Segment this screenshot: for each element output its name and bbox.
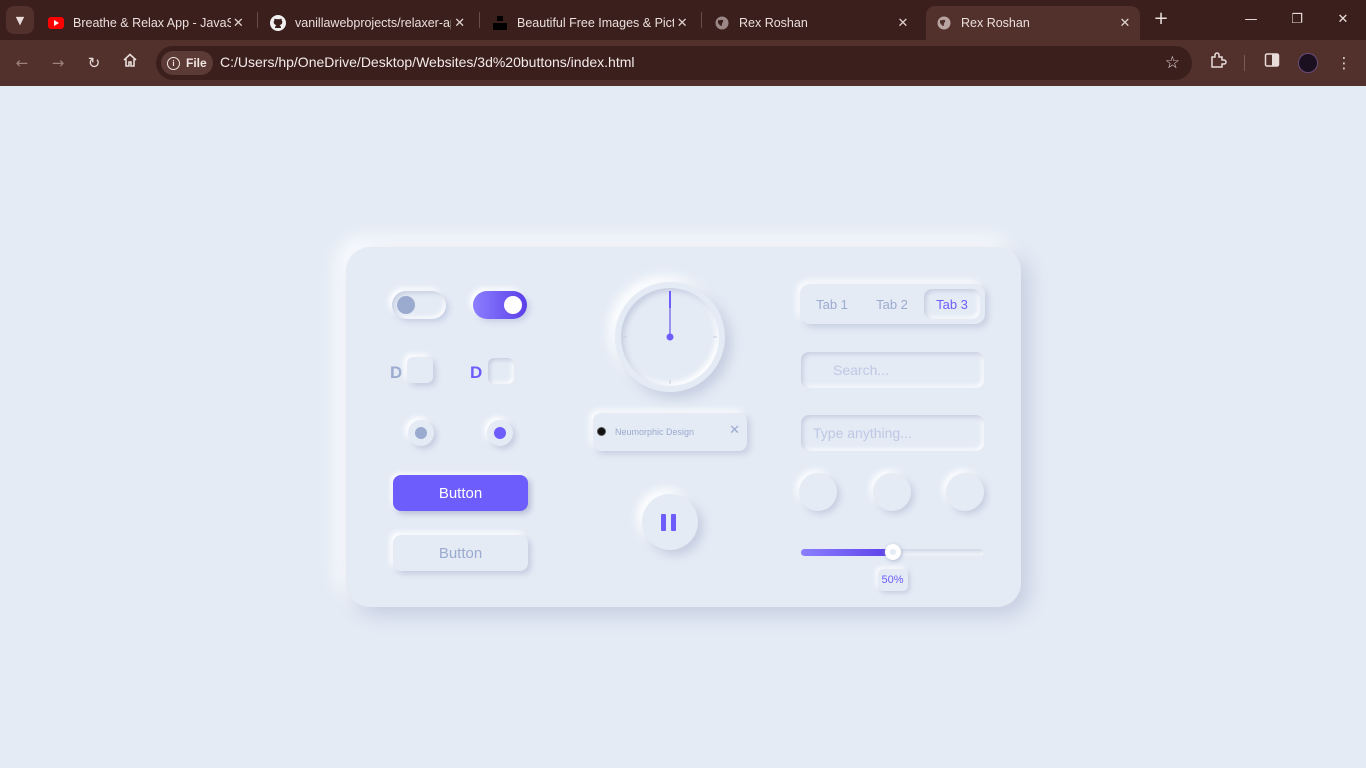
clock-hands-icon (623, 291, 717, 384)
chip-label: Neumorphic Design (615, 427, 695, 437)
site-info-label: File (186, 56, 207, 70)
toggle-knob (397, 296, 415, 314)
tab-separator (479, 12, 480, 28)
youtube-icon (48, 15, 64, 31)
analog-clock (615, 282, 725, 392)
tab-close-icon[interactable]: ✕ (1116, 15, 1134, 31)
github-icon (270, 15, 286, 31)
tab-title: Rex Roshan (961, 16, 1030, 30)
chip-close-icon[interactable]: ✕ (729, 423, 740, 438)
new-tab-plus-icon[interactable]: + (1150, 8, 1172, 30)
tab-2[interactable]: Tab 2 (864, 289, 920, 319)
circle-button-3[interactable] (946, 473, 984, 511)
window-close-icon[interactable]: ✕ (1328, 8, 1358, 32)
chip-avatar-icon (597, 427, 606, 436)
web-page: D D Button Button Neumorphic Design ✕ Ta… (0, 86, 1366, 768)
search-placeholder: Search... (833, 362, 890, 378)
checkbox-letter-left: D (390, 363, 403, 382)
chip-neumorphic-design: Neumorphic Design ✕ (593, 413, 747, 451)
home-icon[interactable] (118, 51, 142, 75)
circle-button-1[interactable] (799, 473, 837, 511)
browser-tab-3[interactable]: Beautiful Free Images & Pictures ✕ (482, 6, 696, 40)
tab-search-chevron-icon[interactable]: ▼ (6, 6, 34, 34)
browser-tab-1[interactable]: Breathe & Relax App - JavaScript ✕ (38, 6, 252, 40)
browser-tab-5-active[interactable]: Rex Roshan ✕ (926, 6, 1140, 40)
search-input[interactable]: Search... (801, 352, 984, 388)
url-text[interactable]: C:/Users/hp/OneDrive/Desktop/Websites/3d… (220, 54, 635, 70)
tab-close-icon[interactable]: ✕ (231, 15, 246, 31)
toggle-switch-off[interactable] (392, 291, 446, 319)
slider-fill (801, 549, 893, 556)
pause-icon (661, 514, 666, 531)
side-panel-icon[interactable] (1260, 51, 1284, 75)
toggle-switch-on[interactable] (473, 291, 527, 319)
checkbox-checked[interactable] (488, 358, 514, 384)
tab-close-icon[interactable]: ✕ (894, 15, 912, 31)
toolbar-divider (1244, 55, 1245, 71)
tab-1[interactable]: Tab 1 (804, 289, 860, 319)
radio-button-unselected[interactable] (408, 420, 434, 446)
back-arrow-icon[interactable]: ← (10, 51, 34, 75)
tab-close-icon[interactable]: ✕ (674, 15, 690, 31)
primary-button[interactable]: Button (393, 475, 528, 511)
slider-thumb[interactable] (884, 544, 901, 560)
checkbox-letter-right: D (470, 363, 483, 382)
globe-icon (714, 15, 730, 31)
info-icon: i (167, 56, 180, 70)
radio-dot (415, 427, 427, 439)
browser-tab-strip: ▼ Breathe & Relax App - JavaScript ✕ van… (0, 0, 1366, 40)
address-bar[interactable]: i File C:/Users/hp/OneDrive/Desktop/Webs… (156, 46, 1192, 80)
neumorphic-ui-kit-panel: D D Button Button Neumorphic Design ✕ Ta… (346, 247, 1021, 607)
secondary-button[interactable]: Button (393, 535, 528, 571)
tab-close-icon[interactable]: ✕ (451, 15, 468, 31)
tab-title: Breathe & Relax App - JavaScript (73, 16, 231, 30)
pause-icon (671, 514, 676, 531)
tab-group: Tab 1 Tab 2 Tab 3 (800, 284, 985, 324)
radio-button-selected[interactable] (487, 420, 513, 446)
tab-3[interactable]: Tab 3 (924, 289, 980, 319)
minimize-icon[interactable]: — (1236, 8, 1266, 32)
tab-title: Beautiful Free Images & Pictures (517, 16, 675, 30)
text-input[interactable]: Type anything... (801, 415, 984, 451)
pause-button[interactable] (642, 494, 698, 550)
browser-tab-4[interactable]: Rex Roshan ✕ (704, 6, 918, 40)
bookmark-star-icon[interactable]: ☆ (1165, 53, 1180, 73)
circle-button-2[interactable] (873, 473, 911, 511)
browser-toolbar: ← → ↻ i File C:/Users/hp/OneDrive/Deskto… (0, 40, 1366, 86)
unsplash-icon (492, 15, 508, 31)
checkbox-unchecked[interactable] (407, 357, 433, 383)
forward-arrow-icon[interactable]: → (46, 51, 70, 75)
radio-dot (494, 427, 506, 439)
extensions-puzzle-icon[interactable] (1206, 51, 1230, 75)
more-menu-icon[interactable]: ⋮ (1332, 51, 1356, 75)
toggle-knob (504, 296, 522, 314)
slider-value-badge: 50% (877, 569, 908, 591)
text-placeholder: Type anything... (813, 425, 912, 441)
globe-icon (936, 15, 952, 31)
tab-separator (257, 12, 258, 28)
tab-separator (701, 12, 702, 28)
browser-tab-2[interactable]: vanillawebprojects/relaxer-app ✕ (260, 6, 474, 40)
tab-title: vanillawebprojects/relaxer-app (295, 16, 452, 30)
tab-title: Rex Roshan (739, 16, 808, 30)
profile-avatar[interactable] (1298, 53, 1318, 73)
restore-icon[interactable]: ❐ (1282, 8, 1312, 32)
site-info-button[interactable]: i File (161, 51, 213, 75)
reload-icon[interactable]: ↻ (82, 51, 106, 75)
